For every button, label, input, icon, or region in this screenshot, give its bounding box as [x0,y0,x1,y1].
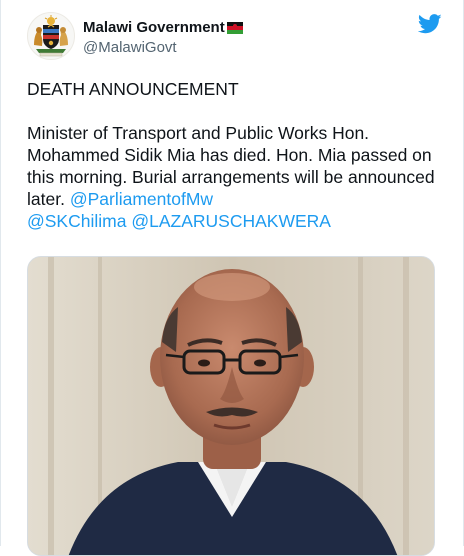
account-handle[interactable]: @MalawiGovt [83,38,243,57]
display-name[interactable]: Malawi Government [83,18,225,37]
avatar[interactable] [27,12,75,60]
portrait-photo [28,257,434,555]
tweet-card: Malawi Government @MalawiGovt DEATH ANNO… [0,0,464,556]
mention-parliamentofmw[interactable]: @ParliamentofMw [70,189,213,209]
malawi-flag-icon [226,22,243,34]
tweet-body: Minister of Transport and Public Works H… [27,122,437,232]
mention-skchilima[interactable]: @SKChilima [27,211,126,231]
tweet-heading: DEATH ANNOUNCEMENT [27,79,239,99]
tweet-text: DEATH ANNOUNCEMENT Minister of Transport… [27,78,437,232]
twitter-bird-icon[interactable] [418,14,442,34]
tweet-header: Malawi Government @MalawiGovt [27,12,442,64]
malawi-coat-of-arms-icon [34,15,68,57]
account-names: Malawi Government @MalawiGovt [83,18,243,57]
tweet-photo[interactable] [27,256,435,556]
mention-lazaruschakwera[interactable]: @LAZARUSCHAKWERA [131,211,331,231]
